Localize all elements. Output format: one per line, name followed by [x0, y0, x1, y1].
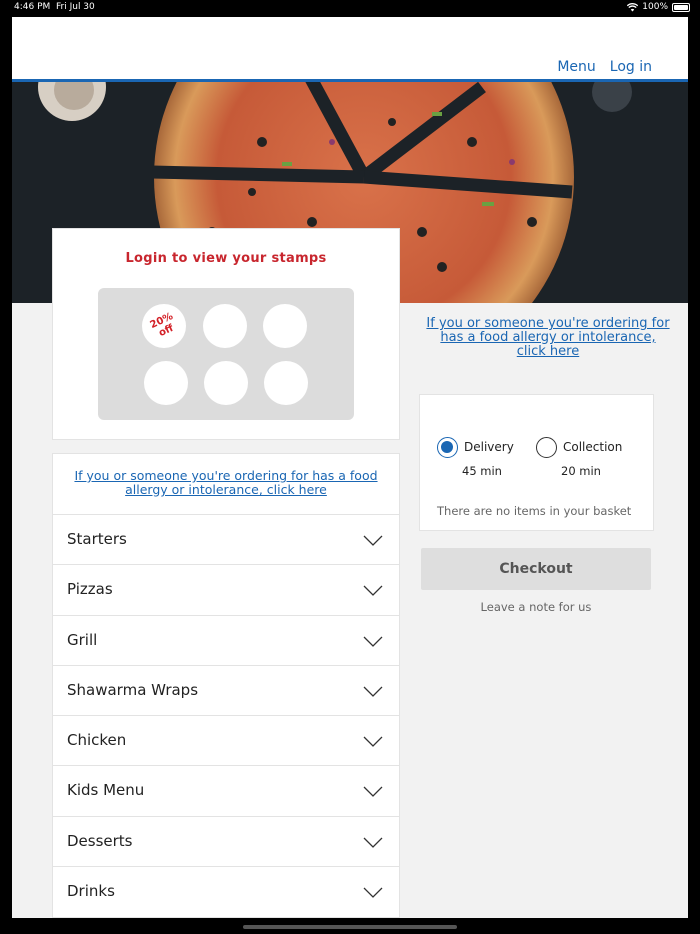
checkout-button[interactable]: Checkout: [421, 548, 651, 590]
stamp-reward: 20% off: [142, 304, 186, 348]
chevron-down-icon: [363, 686, 383, 697]
category-label: Desserts: [67, 831, 133, 850]
menu-categories-card: If you or someone you're ordering for ha…: [52, 453, 400, 918]
battery-percent: 100%: [642, 2, 668, 12]
category-label: Drinks: [67, 882, 115, 901]
category-label: Pizzas: [67, 580, 113, 599]
battery-icon: [672, 2, 690, 12]
basket-empty-message: There are no items in your basket: [437, 504, 632, 518]
stamps-login-prompt[interactable]: Login to view your stamps: [53, 251, 399, 266]
category-label: Grill: [67, 630, 98, 649]
stamp-slot: [263, 304, 307, 348]
category-row[interactable]: Drinks: [53, 866, 399, 916]
category-label: Kids Menu: [67, 781, 145, 800]
stamps-grid: 20% off: [98, 288, 354, 420]
delivery-radio[interactable]: [437, 437, 458, 458]
stamp-reward-text: 20% off: [148, 310, 176, 340]
chevron-down-icon: [363, 736, 383, 748]
category-label: Starters: [67, 530, 127, 548]
allergy-info-link-sidebar[interactable]: If you or someone you're ordering for ha…: [424, 317, 672, 359]
delivery-label: Delivery: [464, 440, 514, 454]
app: Menu Log in Login to view your stamps 20…: [12, 17, 688, 918]
category-row[interactable]: Starters: [53, 514, 399, 564]
collection-time: 20 min: [561, 464, 601, 478]
status-time: 4:46 PM Fri Jul 30: [14, 2, 95, 12]
stamp-slot: [264, 361, 308, 405]
basket-card: Delivery 45 min Collection 20 min There …: [419, 394, 654, 531]
leave-note-link[interactable]: Leave a note for us: [421, 600, 651, 614]
category-label: Shawarma Wraps: [67, 680, 199, 699]
chevron-down-icon: [363, 787, 383, 798]
home-indicator[interactable]: [243, 925, 457, 929]
chevron-down-icon: [363, 535, 383, 546]
chevron-down-icon: [363, 887, 383, 898]
category-row[interactable]: Chicken: [53, 715, 399, 765]
top-nav: Menu Log in: [557, 59, 652, 75]
collection-radio[interactable]: [536, 437, 557, 458]
allergy-info-link[interactable]: If you or someone you're ordering for ha…: [53, 454, 399, 514]
wifi-icon: [627, 2, 639, 11]
login-link[interactable]: Log in: [610, 59, 652, 75]
category-row[interactable]: Pizzas: [53, 564, 399, 614]
stamp-slot: [203, 304, 247, 348]
header: Menu Log in: [12, 17, 688, 79]
status-bar: 4:46 PM Fri Jul 30 100%: [0, 0, 700, 16]
chevron-down-icon: [363, 837, 383, 848]
chevron-down-icon: [363, 636, 383, 647]
category-row[interactable]: Shawarma Wraps: [53, 664, 399, 715]
delivery-time: 45 min: [462, 464, 502, 478]
category-list: Starters Pizzas Grill Shawarma Wraps Chicken…: [53, 514, 399, 916]
collection-label: Collection: [563, 440, 623, 454]
category-row[interactable]: Desserts: [53, 815, 399, 866]
stamp-slot: [144, 361, 188, 405]
status-right: 100%: [627, 2, 690, 12]
category-row[interactable]: Grill: [53, 614, 399, 665]
category-row[interactable]: Kids Menu: [53, 765, 399, 815]
stamp-slot: [204, 361, 248, 405]
menu-link[interactable]: Menu: [557, 59, 595, 75]
stamps-card: Login to view your stamps 20% off: [52, 228, 400, 440]
category-label: Chicken: [67, 731, 127, 750]
chevron-down-icon: [363, 585, 383, 597]
